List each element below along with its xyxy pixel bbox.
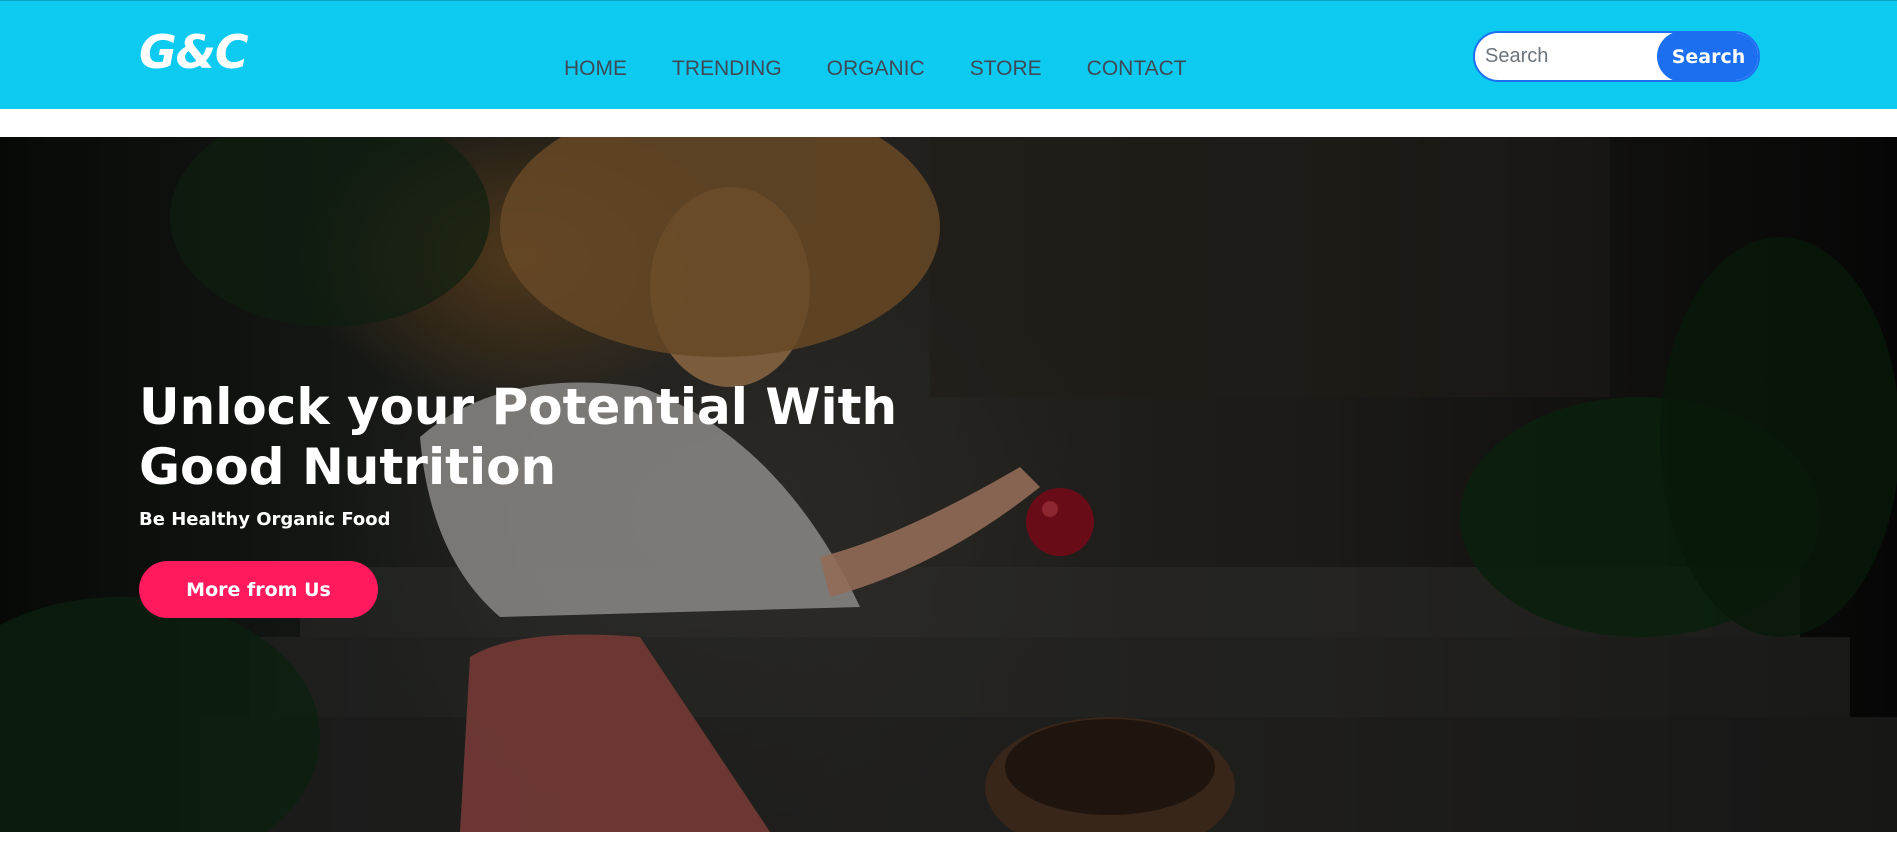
brand-logo[interactable]: G&C [139,25,249,79]
search-button[interactable]: Search [1657,33,1758,80]
hero-subtitle: Be Healthy Organic Food [139,509,391,530]
nav-home[interactable]: HOME [564,57,627,81]
nav-trending[interactable]: TRENDING [672,57,782,81]
top-navbar: G&C HOME TRENDING ORGANIC STORE CONTACT … [0,0,1897,109]
search-form: Search [1473,31,1760,82]
search-input[interactable] [1485,33,1655,80]
hero-title: Unlock your Potential With Good Nutritio… [139,378,898,496]
hero-banner: Unlock your Potential With Good Nutritio… [0,137,1897,832]
nav-organic[interactable]: ORGANIC [827,57,925,81]
nav-store[interactable]: STORE [970,57,1042,81]
main-nav: HOME TRENDING ORGANIC STORE CONTACT [564,57,1232,81]
nav-contact[interactable]: CONTACT [1087,57,1187,81]
more-from-us-button[interactable]: More from Us [139,561,378,618]
